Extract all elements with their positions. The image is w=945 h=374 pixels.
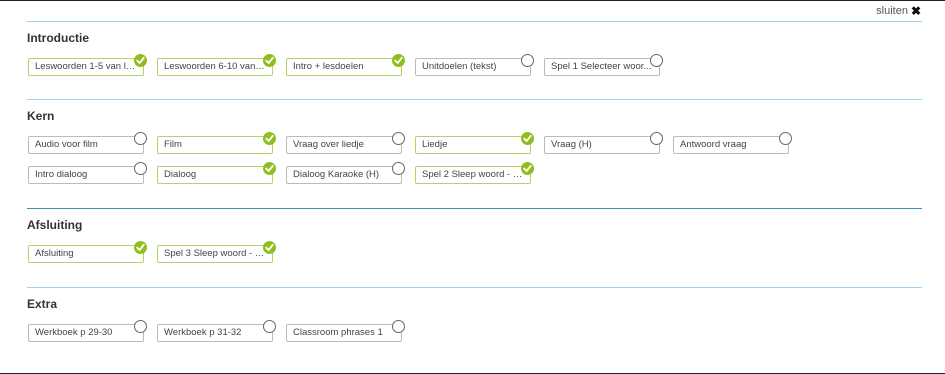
activity-tile[interactable]: Liedje xyxy=(415,136,531,154)
close-label: sluiten xyxy=(876,5,908,17)
empty-circle-icon xyxy=(134,162,147,175)
activity-tile[interactable]: Spel 2 Sleep woord - zin xyxy=(415,166,531,184)
activity-tile[interactable]: Intro dialoog xyxy=(28,166,144,184)
section-title: Introductie xyxy=(27,31,89,45)
activity-tile[interactable]: Leswoorden 1-5 van le... xyxy=(28,58,144,76)
empty-circle-icon xyxy=(392,320,405,333)
empty-circle-icon xyxy=(263,320,276,333)
checkmark-circle-icon xyxy=(521,162,534,175)
checkmark-circle-icon xyxy=(263,241,276,254)
activity-tile[interactable]: Vraag over liedje xyxy=(286,136,402,154)
section-divider xyxy=(27,99,922,100)
activity-tile[interactable]: Spel 1 Selecteer woor... xyxy=(544,58,660,76)
close-button[interactable]: sluiten ✖ xyxy=(876,4,921,18)
empty-circle-icon xyxy=(134,132,147,145)
checkmark-circle-icon xyxy=(521,132,534,145)
empty-circle-icon xyxy=(521,54,534,67)
empty-circle-icon xyxy=(134,320,147,333)
activity-tile[interactable]: Werkboek p 31-32 xyxy=(157,324,273,342)
section-title: Afsluiting xyxy=(27,218,83,232)
activity-tile[interactable]: Unitdoelen (tekst) xyxy=(415,58,531,76)
checkmark-circle-icon xyxy=(263,54,276,67)
checkmark-circle-icon xyxy=(263,162,276,175)
activity-tile[interactable]: Audio voor film xyxy=(28,136,144,154)
activity-tile[interactable]: Vraag (H) xyxy=(544,136,660,154)
activity-tile[interactable]: Dialoog Karaoke (H) xyxy=(286,166,402,184)
activity-tile[interactable]: Film xyxy=(157,136,273,154)
empty-circle-icon xyxy=(650,132,663,145)
section-divider xyxy=(27,208,922,209)
checkmark-circle-icon xyxy=(263,132,276,145)
activity-tile[interactable]: Leswoorden 6-10 van l... xyxy=(157,58,273,76)
section-divider xyxy=(27,287,922,288)
section-divider xyxy=(27,21,922,22)
section-title: Kern xyxy=(27,109,55,123)
activity-tile[interactable]: Antwoord vraag xyxy=(673,136,789,154)
close-x-icon: ✖ xyxy=(910,4,921,18)
activity-tile[interactable]: Spel 3 Sleep woord - zin xyxy=(157,245,273,263)
empty-circle-icon xyxy=(779,132,792,145)
checkmark-circle-icon xyxy=(134,54,147,67)
section-title: Extra xyxy=(27,297,58,311)
activity-tile[interactable]: Intro + lesdoelen xyxy=(286,58,402,76)
empty-circle-icon xyxy=(392,132,405,145)
activity-tile[interactable]: Dialoog xyxy=(157,166,273,184)
activity-tile[interactable]: Classroom phrases 1 xyxy=(286,324,402,342)
activity-tile[interactable]: Werkboek p 29-30 xyxy=(28,324,144,342)
checkmark-circle-icon xyxy=(392,54,405,67)
empty-circle-icon xyxy=(392,162,405,175)
checkmark-circle-icon xyxy=(134,241,147,254)
empty-circle-icon xyxy=(650,54,663,67)
activity-tile[interactable]: Afsluiting xyxy=(28,245,144,263)
